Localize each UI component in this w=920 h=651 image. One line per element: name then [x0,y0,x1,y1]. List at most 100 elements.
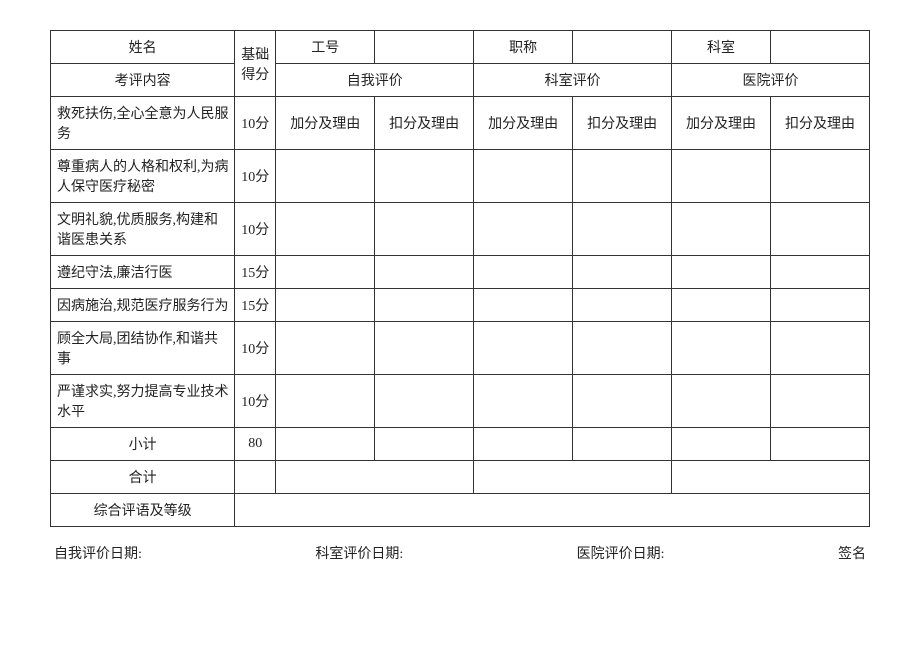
overall-label: 综合评语及等级 [51,494,235,527]
cell [276,428,375,461]
header-row-2: 考评内容 自我评价 科室评价 医院评价 [51,64,870,97]
title-label: 职称 [474,31,573,64]
cell [573,375,672,428]
item-row: 因病施治,规范医疗服务行为 15分 [51,289,870,322]
item-label: 顾全大局,团结协作,和谐共事 [51,322,235,375]
cell [573,256,672,289]
footer-row: 自我评价日期: 科室评价日期: 医院评价日期: 签名 [50,543,870,563]
item-label: 救死扶伤,全心全意为人民服务 [51,97,235,150]
cell [474,322,573,375]
cell [375,375,474,428]
cell [771,322,870,375]
cell [672,375,771,428]
item-row: 顾全大局,团结协作,和谐共事 10分 [51,322,870,375]
cell [573,428,672,461]
dept-sub-header: 扣分及理由 [573,97,672,150]
total-label: 合计 [51,461,235,494]
cell [771,150,870,203]
cell [375,428,474,461]
cell [474,203,573,256]
base-score-label: 基础得分 [235,31,276,97]
cell [672,428,771,461]
hosp-eval-label: 医院评价 [672,64,870,97]
dept-date-label: 科室评价日期: [315,543,403,563]
cell [474,256,573,289]
cell [573,150,672,203]
cell [276,375,375,428]
item-score: 10分 [235,375,276,428]
dept-value [771,31,870,64]
cell [375,256,474,289]
item-label: 尊重病人的人格和权利,为病人保守医疗秘密 [51,150,235,203]
cell [235,461,276,494]
hosp-date-label: 医院评价日期: [577,543,665,563]
cell [375,203,474,256]
cell [375,150,474,203]
self-eval-label: 自我评价 [276,64,474,97]
name-label: 姓名 [51,31,235,64]
cell [771,375,870,428]
overall-row: 综合评语及等级 [51,494,870,527]
cell [771,428,870,461]
dept-add-header: 加分及理由 [474,97,573,150]
total-row: 合计 [51,461,870,494]
cell [474,461,672,494]
cell [276,256,375,289]
cell [573,289,672,322]
self-sub-header: 扣分及理由 [375,97,474,150]
item-score: 10分 [235,322,276,375]
cell [276,203,375,256]
item-label: 因病施治,规范医疗服务行为 [51,289,235,322]
cell [771,256,870,289]
item-row: 文明礼貌,优质服务,构建和谐医患关系 10分 [51,203,870,256]
cell [771,203,870,256]
sign-label: 签名 [838,543,866,563]
dept-label: 科室 [672,31,771,64]
item-row: 遵纪守法,廉洁行医 15分 [51,256,870,289]
cell [276,289,375,322]
cell [573,322,672,375]
cell [672,256,771,289]
header-row-1: 姓名 基础得分 工号 职称 科室 [51,31,870,64]
hosp-sub-header: 扣分及理由 [771,97,870,150]
cell [672,322,771,375]
item-label: 文明礼貌,优质服务,构建和谐医患关系 [51,203,235,256]
item-row: 严谨求实,努力提高专业技术水平 10分 [51,375,870,428]
dept-eval-label: 科室评价 [474,64,672,97]
item-row: 尊重病人的人格和权利,为病人保守医疗秘密 10分 [51,150,870,203]
item-label: 严谨求实,努力提高专业技术水平 [51,375,235,428]
cell [474,150,573,203]
item-score: 15分 [235,256,276,289]
item-score: 15分 [235,289,276,322]
cell [672,203,771,256]
item-row: 救死扶伤,全心全意为人民服务 10分 加分及理由 扣分及理由 加分及理由 扣分及… [51,97,870,150]
self-add-header: 加分及理由 [276,97,375,150]
cell [474,375,573,428]
cell [474,289,573,322]
cell [771,289,870,322]
subtotal-score: 80 [235,428,276,461]
hosp-add-header: 加分及理由 [672,97,771,150]
emp-id-label: 工号 [276,31,375,64]
item-score: 10分 [235,203,276,256]
cell [276,461,474,494]
cell [375,322,474,375]
cell [573,203,672,256]
evaluation-table: 姓名 基础得分 工号 职称 科室 考评内容 自我评价 科室评价 医院评价 救死扶… [50,30,870,527]
cell [474,428,573,461]
cell [276,322,375,375]
cell [672,289,771,322]
cell [375,289,474,322]
overall-value [235,494,870,527]
subtotal-label: 小计 [51,428,235,461]
title-value [573,31,672,64]
cell [672,461,870,494]
item-label: 遵纪守法,廉洁行医 [51,256,235,289]
item-score: 10分 [235,97,276,150]
subtotal-row: 小计 80 [51,428,870,461]
cell [672,150,771,203]
content-label: 考评内容 [51,64,235,97]
cell [276,150,375,203]
emp-id-value [375,31,474,64]
self-date-label: 自我评价日期: [54,543,142,563]
